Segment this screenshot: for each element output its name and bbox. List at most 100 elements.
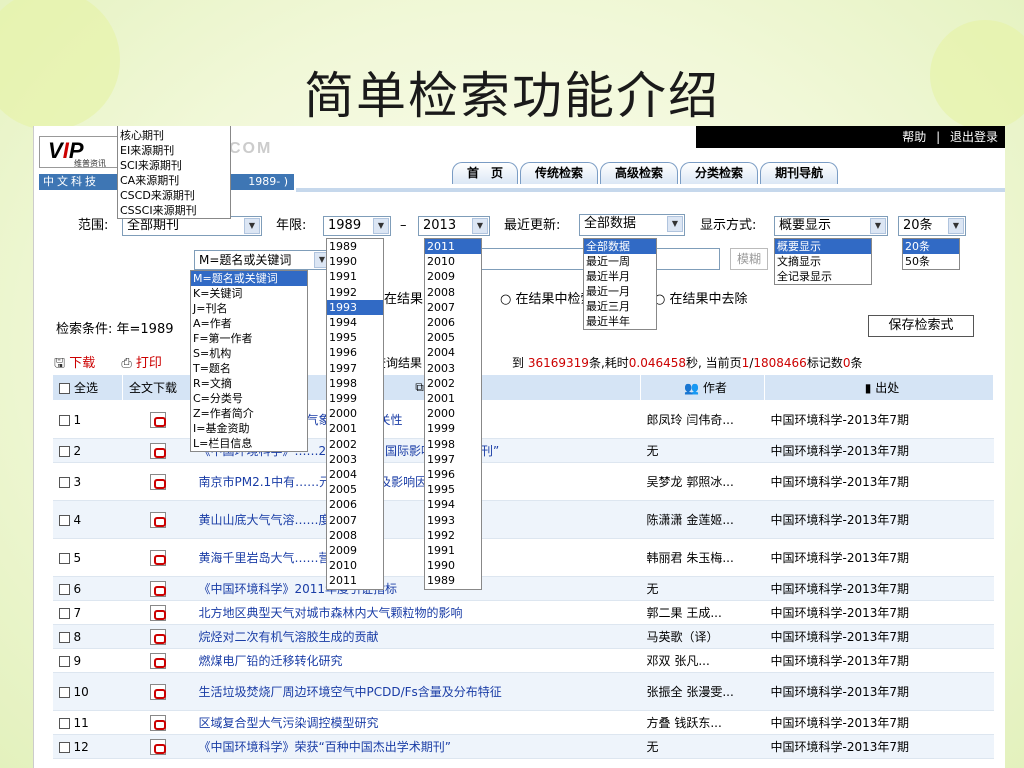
radio-within-search[interactable]: ○ 在结果中检索 [500,288,594,307]
pdf-icon[interactable] [149,411,166,428]
dropdown-option[interactable]: 1991 [327,269,383,284]
dropdown-option[interactable]: 1997 [425,452,481,467]
row-select-cell[interactable]: 3 [52,462,123,501]
row-checkbox[interactable] [58,583,70,595]
scope-select[interactable]: 全部期刊 ▼ [122,216,262,236]
row-select-cell[interactable]: 12 [52,734,123,759]
select-all-checkbox[interactable] [59,383,70,394]
dropdown-option[interactable]: R=文摘 [191,376,307,391]
dropdown-option[interactable]: 1995 [327,330,383,345]
fulltext-cell[interactable] [122,462,193,501]
dropdown-option[interactable]: 1992 [425,528,481,543]
pdf-icon[interactable] [149,473,166,490]
dropdown-option[interactable]: M=题名或关键词 [191,271,307,286]
pdf-icon[interactable] [149,652,166,669]
dropdown-option[interactable]: 2000 [425,406,481,421]
dropdown-option[interactable]: SCI来源期刊 [118,158,230,173]
dropdown-option[interactable]: 2001 [425,391,481,406]
tab-advanced-search[interactable]: 高级检索 [600,162,679,184]
dropdown-option[interactable]: 文摘显示 [775,254,871,269]
select-all-header[interactable]: 全选 [52,374,123,401]
dropdown-option[interactable]: 最近半月 [584,269,656,284]
dropdown-option[interactable]: 最近一周 [584,254,656,269]
fulltext-cell[interactable] [122,672,193,711]
row-checkbox[interactable] [58,607,70,619]
dropdown-option[interactable]: 1999 [327,391,383,406]
dropdown-option[interactable]: 1996 [327,345,383,360]
dropdown-option[interactable]: 50条 [903,254,959,269]
dropdown-option[interactable]: 1995 [425,482,481,497]
chevron-down-icon[interactable]: ▼ [472,218,488,234]
dropdown-option[interactable]: 2007 [327,513,383,528]
tab-home[interactable]: 首 页 [452,162,519,184]
dropdown-option[interactable]: 1989 [327,239,383,254]
pdf-icon[interactable] [149,442,166,459]
save-query-button[interactable]: 保存检索式 [868,315,974,337]
print-link[interactable]: 打印 [136,356,162,371]
table-row[interactable]: 7 北方地区典型天气对城市森林内大气颗粒物的影响 郭二果 王成... 中国环境科学-2… [52,600,994,625]
pdf-icon[interactable] [149,580,166,597]
fulltext-cell[interactable] [122,710,193,735]
row-select-cell[interactable]: 5 [52,538,123,577]
dropdown-option[interactable]: 2003 [425,361,481,376]
article-title-link[interactable]: 烷烃对二次有机气溶胶生成的贡献 [192,624,641,649]
chevron-down-icon[interactable]: ▼ [870,218,886,234]
dropdown-option[interactable]: 1990 [327,254,383,269]
dropdown-option[interactable]: 1997 [327,361,383,376]
fulltext-cell[interactable] [122,600,193,625]
dropdown-option[interactable]: L=栏目信息 [191,436,307,451]
fulltext-cell[interactable] [122,500,193,539]
row-checkbox[interactable] [58,631,70,643]
dropdown-option[interactable]: 2000 [327,406,383,421]
dropdown-option[interactable]: 全部数据 [584,239,656,254]
chevron-down-icon[interactable]: ▼ [667,216,683,232]
row-select-cell[interactable]: 4 [52,500,123,539]
fulltext-cell[interactable] [122,538,193,577]
row-checkbox[interactable] [58,476,70,488]
article-title-link[interactable]: 《中国环境科学》荣获“百种中国杰出学术期刊” [192,734,641,759]
tab-journal-nav[interactable]: 期刊导航 [760,162,839,184]
dropdown-option[interactable]: 2007 [425,300,481,315]
fulltext-cell[interactable] [122,438,193,463]
dropdown-option[interactable]: 2004 [425,345,481,360]
row-select-cell[interactable]: 9 [52,648,123,673]
row-checkbox[interactable] [58,514,70,526]
field-select[interactable]: M=题名或关键词 ▼ [194,250,332,270]
year-to-select[interactable]: 2013 ▼ [418,216,490,236]
dropdown-option[interactable]: 2008 [425,285,481,300]
fulltext-cell[interactable] [122,400,193,439]
article-title-link[interactable]: 生活垃圾焚烧厂周边环境空气中PCDD/Fs含量及分布特征 [192,672,641,711]
row-checkbox[interactable] [58,552,70,564]
dropdown-option[interactable]: 2003 [327,452,383,467]
article-title-link[interactable]: 北方地区典型天气对城市森林内大气颗粒物的影响 [192,600,641,625]
dropdown-option[interactable]: 2002 [425,376,481,391]
dropdown-option[interactable]: 1998 [327,376,383,391]
row-select-cell[interactable]: 2 [52,438,123,463]
pdf-icon[interactable] [149,604,166,621]
table-row[interactable]: 11 区域复合型大气污染调控模型研究 方叠 钱跃东... 中国环境科学-2013年7期 [52,710,994,735]
dropdown-option[interactable]: 1992 [327,285,383,300]
dropdown-option[interactable]: 2004 [327,467,383,482]
fulltext-cell[interactable] [122,624,193,649]
dropdown-option[interactable]: 2010 [327,558,383,573]
dropdown-option[interactable]: EI来源期刊 [118,143,230,158]
dropdown-option[interactable]: 1994 [327,315,383,330]
article-title-link[interactable]: 燃煤电厂铅的迁移转化研究 [192,648,641,673]
pdf-icon[interactable] [149,549,166,566]
dropdown-option[interactable]: 2006 [327,497,383,512]
dropdown-option[interactable]: 1996 [425,467,481,482]
pdf-icon[interactable] [149,628,166,645]
row-checkbox[interactable] [58,414,70,426]
dropdown-option[interactable]: 1993 [327,299,383,316]
chevron-down-icon[interactable]: ▼ [948,218,964,234]
dropdown-option[interactable]: S=机构 [191,346,307,361]
dropdown-option[interactable]: CSCD来源期刊 [118,188,230,203]
article-title-link[interactable]: 区域复合型大气污染调控模型研究 [192,710,641,735]
dropdown-option[interactable]: 1999 [425,421,481,436]
article-title-link[interactable]: 黄海千里岩岛大气……营养盐…… [192,538,641,577]
dropdown-option[interactable]: 核心期刊 [118,128,230,143]
dropdown-option[interactable]: 全记录显示 [775,269,871,284]
article-title-link[interactable]: 黄山山底大气气溶……度日变…… [192,500,641,539]
dropdown-option[interactable]: C=分类号 [191,391,307,406]
chevron-down-icon[interactable]: ▼ [244,218,260,234]
